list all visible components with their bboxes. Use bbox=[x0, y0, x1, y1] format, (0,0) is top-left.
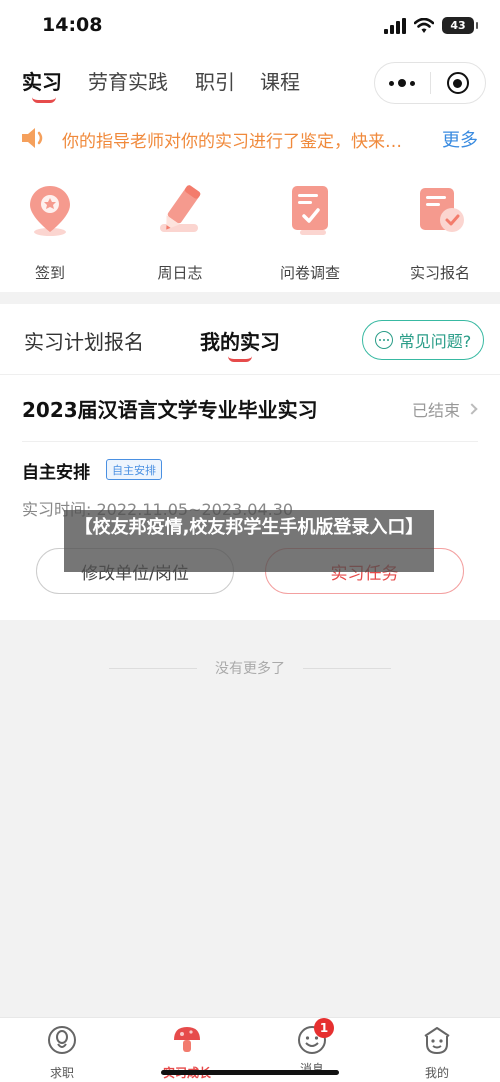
notice-bar[interactable]: 你的指导老师对你的实习进行了鉴定，快来… 更多 bbox=[0, 110, 500, 166]
nav-me[interactable]: 我的 bbox=[397, 1024, 477, 1081]
tab-active-indicator bbox=[32, 97, 56, 103]
quick-internship-signup[interactable]: 实习报名 bbox=[390, 180, 490, 283]
internship-status-label: 已结束 bbox=[411, 401, 460, 420]
watermark-banner: 【校友邦疫情,校友邦学生手机版登录入口】 bbox=[64, 510, 434, 572]
mushroom-icon bbox=[174, 1027, 200, 1052]
nav-job-label: 求职 bbox=[49, 1066, 74, 1080]
miniprogram-capsule bbox=[374, 62, 486, 104]
profile-face-icon bbox=[424, 1027, 450, 1055]
quick-actions: 签到 周日志 问卷调查 实习报名 bbox=[0, 166, 500, 292]
more-dots-icon bbox=[389, 79, 416, 87]
subtab-my-internship[interactable]: 我的实习 bbox=[200, 326, 280, 355]
nav-job[interactable]: 求职 bbox=[22, 1024, 102, 1081]
chat-bubble-icon bbox=[374, 331, 393, 349]
quick-weekly-log[interactable]: 周日志 bbox=[130, 180, 230, 283]
location-pin-icon bbox=[30, 186, 70, 236]
tab-labor-practice[interactable]: 劳育实践 bbox=[88, 66, 168, 95]
target-icon bbox=[446, 72, 469, 94]
survey-doc-icon bbox=[292, 186, 328, 235]
quick-weekly-log-label: 周日志 bbox=[157, 264, 203, 282]
tab-career-guide[interactable]: 职引 bbox=[195, 66, 235, 95]
battery-icon: 43 bbox=[442, 17, 478, 34]
status-icons: 43 bbox=[384, 17, 478, 34]
quick-checkin[interactable]: 签到 bbox=[0, 180, 100, 283]
faq-button-label: 常见问题? bbox=[398, 332, 472, 351]
divider bbox=[0, 374, 500, 375]
quick-survey-label: 问卷调查 bbox=[279, 264, 340, 282]
subtab-plan-signup[interactable]: 实习计划报名 bbox=[24, 326, 144, 355]
tab-courses[interactable]: 课程 bbox=[260, 66, 300, 95]
status-bar: 14:08 43 bbox=[0, 0, 500, 52]
internship-title[interactable]: 2023届汉语言文学专业毕业实习 bbox=[22, 394, 318, 423]
quick-internship-signup-label: 实习报名 bbox=[409, 264, 470, 282]
message-icon-wrap: 1 bbox=[296, 1018, 334, 1056]
faq-button[interactable]: 常见问题? bbox=[362, 320, 484, 360]
top-nav: 实习 劳育实践 职引 课程 bbox=[0, 52, 500, 110]
quick-checkin-label: 签到 bbox=[34, 264, 65, 282]
message-badge: 1 bbox=[314, 1018, 334, 1038]
more-button[interactable] bbox=[375, 63, 430, 103]
tab-internship[interactable]: 实习 bbox=[22, 66, 62, 95]
chevron-right-icon bbox=[466, 403, 478, 415]
signup-doc-icon bbox=[420, 188, 464, 232]
notice-more-link[interactable]: 更多 bbox=[442, 126, 478, 152]
arrangement-badge: 自主安排 bbox=[106, 459, 162, 480]
list-end: 没有更多了 bbox=[0, 658, 500, 678]
home-indicator bbox=[161, 1070, 339, 1075]
divider bbox=[303, 667, 391, 669]
pencil-icon bbox=[160, 185, 201, 232]
signal-icon bbox=[384, 17, 406, 34]
speaker-icon bbox=[22, 128, 43, 148]
internship-card: 实习计划报名 我的实习 常见问题? 2023届汉语言文学专业毕业实习 已结束 自… bbox=[0, 304, 500, 620]
divider bbox=[22, 441, 478, 442]
wifi-icon bbox=[414, 17, 434, 33]
close-miniprogram-button[interactable] bbox=[431, 63, 486, 103]
status-time: 14:08 bbox=[42, 14, 103, 36]
job-icon bbox=[48, 1026, 76, 1054]
list-end-label: 没有更多了 bbox=[215, 661, 285, 677]
divider bbox=[109, 667, 197, 669]
internship-status[interactable]: 已结束 bbox=[411, 397, 478, 421]
subtab-active-indicator bbox=[228, 356, 252, 362]
notice-text: 你的指导老师对你的实习进行了鉴定，快来… bbox=[62, 132, 402, 152]
battery-level: 43 bbox=[450, 19, 466, 32]
quick-survey[interactable]: 问卷调查 bbox=[260, 180, 360, 283]
arrangement-label: 自主安排 bbox=[22, 463, 90, 483]
nav-me-label: 我的 bbox=[424, 1066, 449, 1080]
